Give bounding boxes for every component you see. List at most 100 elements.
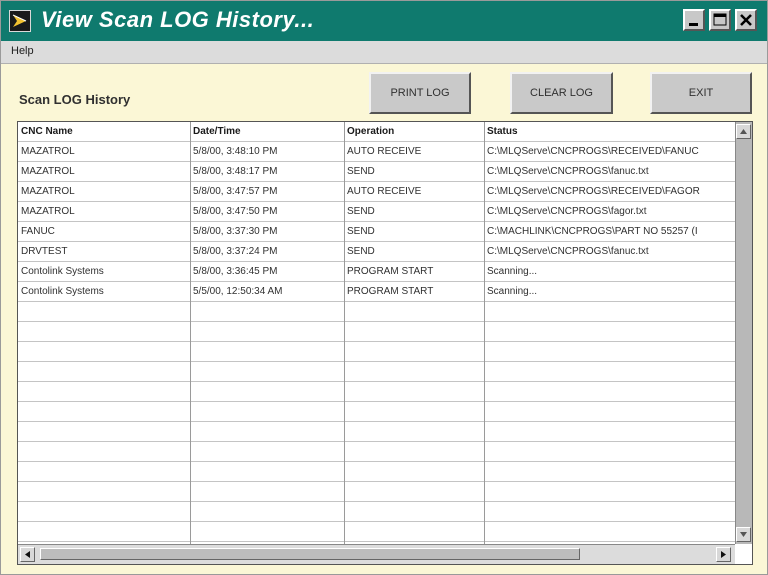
table-row[interactable] xyxy=(18,302,735,322)
table-cell xyxy=(18,502,190,521)
table-row[interactable] xyxy=(18,502,735,522)
table-row[interactable] xyxy=(18,322,735,342)
chevron-down-icon xyxy=(740,532,747,537)
table-row[interactable]: MAZATROL 5/8/00, 3:48:17 PM SEND C:\MLQServ… xyxy=(18,162,735,182)
table-cell xyxy=(18,302,190,321)
window-title: View Scan LOG History... xyxy=(41,7,315,32)
table-row[interactable]: MAZATROL 5/8/00, 3:47:50 PM SEND C:\MLQServ… xyxy=(18,202,735,222)
table-cell xyxy=(190,302,344,321)
table-cell: 5/8/00, 3:47:50 PM xyxy=(193,206,278,217)
scroll-up-button[interactable] xyxy=(736,124,751,139)
horizontal-scroll-thumb[interactable] xyxy=(40,548,580,560)
table-cell xyxy=(18,462,190,481)
table-cell: 5/8/00, 3:48:10 PM xyxy=(193,146,278,157)
table-cell xyxy=(18,482,190,501)
table-cell xyxy=(484,522,735,541)
table-cell: C:\MLQServe\CNCPROGS\fagor.txt xyxy=(487,206,647,217)
table-row[interactable]: DRVTEST 5/8/00, 3:37:24 PM SEND C:\MLQServe… xyxy=(18,242,735,262)
table-cell xyxy=(484,342,735,361)
table-row[interactable]: MAZATROL 5/8/00, 3:47:57 PM AUTO RECEIVE C:… xyxy=(18,182,735,202)
table-cell: PROGRAM START xyxy=(347,286,434,297)
table-cell xyxy=(484,402,735,421)
table-cell xyxy=(18,422,190,441)
table-cell xyxy=(484,302,735,321)
table-cell xyxy=(190,422,344,441)
table-cell: Scanning... xyxy=(487,266,538,277)
table-cell xyxy=(344,482,484,501)
table-cell xyxy=(18,362,190,381)
table-cell xyxy=(344,522,484,541)
table-cell xyxy=(190,482,344,501)
menu-bar: Help xyxy=(1,41,767,64)
table-cell: 5/8/00, 3:37:30 PM xyxy=(193,226,278,237)
table-cell: 5/8/00, 3:47:57 PM xyxy=(193,186,278,197)
table-cell: PROGRAM START xyxy=(347,266,434,277)
scroll-down-button[interactable] xyxy=(736,527,751,542)
table-row[interactable] xyxy=(18,382,735,402)
horizontal-scrollbar[interactable] xyxy=(18,544,735,564)
table-cell xyxy=(344,322,484,341)
table-cell xyxy=(344,362,484,381)
table-cell: SEND xyxy=(347,166,375,177)
table-row[interactable]: Contolink Systems 5/5/00, 12:50:34 AM PROG… xyxy=(18,282,735,302)
scroll-right-button[interactable] xyxy=(716,547,731,562)
table-cell xyxy=(484,362,735,381)
table-cell xyxy=(484,442,735,461)
table-cell: SEND xyxy=(347,206,375,217)
scan-log-window: View Scan LOG History... Help Scan LOG H… xyxy=(0,0,768,575)
minimize-button[interactable] xyxy=(683,9,705,31)
table-row[interactable]: MAZATROL 5/8/00, 3:48:10 PM AUTO RECEIVE C:… xyxy=(18,142,735,162)
table-cell xyxy=(344,462,484,481)
exit-button[interactable]: EXIT xyxy=(650,72,752,114)
table-cell xyxy=(484,422,735,441)
print-log-button[interactable]: PRINT LOG xyxy=(369,72,471,114)
app-icon[interactable] xyxy=(9,10,31,32)
header-status[interactable]: Status xyxy=(484,122,735,141)
table-cell: C:\MLQServe\CNCPROGS\RECEIVED\FANUC xyxy=(487,146,699,157)
table-row[interactable] xyxy=(18,442,735,462)
table-cell xyxy=(344,302,484,321)
table-row[interactable] xyxy=(18,422,735,442)
scroll-left-button[interactable] xyxy=(20,547,35,562)
table-cell: C:\MLQServe\CNCPROGS\RECEIVED\FAGOR xyxy=(487,186,700,197)
title-bar[interactable]: View Scan LOG History... xyxy=(1,1,767,41)
chevron-left-icon xyxy=(25,551,30,558)
table-row[interactable] xyxy=(18,462,735,482)
minimize-icon xyxy=(689,23,698,26)
vertical-scrollbar[interactable] xyxy=(735,122,752,544)
header-cnc-name[interactable]: CNC Name xyxy=(18,122,190,141)
close-button[interactable] xyxy=(735,9,757,31)
table-cell: 5/5/00, 12:50:34 AM xyxy=(193,286,283,297)
table-row[interactable]: FANUC 5/8/00, 3:37:30 PM SEND C:\MACHLINK\C… xyxy=(18,222,735,242)
table-cell: MAZATROL xyxy=(21,166,75,177)
log-table[interactable]: CNC Name Date/Time Operation Status MAZA… xyxy=(17,121,753,565)
header-date-time[interactable]: Date/Time xyxy=(190,122,344,141)
table-cell xyxy=(18,322,190,341)
table-row[interactable] xyxy=(18,402,735,422)
table-cell: SEND xyxy=(347,226,375,237)
header-operation[interactable]: Operation xyxy=(344,122,484,141)
table-cell xyxy=(18,522,190,541)
table-cell xyxy=(344,382,484,401)
maximize-button[interactable] xyxy=(709,9,731,31)
column-divider xyxy=(344,122,345,544)
table-cell xyxy=(484,382,735,401)
table-cell xyxy=(484,462,735,481)
table-row[interactable] xyxy=(18,342,735,362)
section-label: Scan LOG History xyxy=(19,92,131,107)
menu-help[interactable]: Help xyxy=(11,45,34,57)
close-icon xyxy=(740,14,752,26)
table-cell: Contolink Systems xyxy=(21,266,104,277)
maximize-icon xyxy=(713,13,727,26)
table-cell: 5/8/00, 3:36:45 PM xyxy=(193,266,278,277)
table-cell: AUTO RECEIVE xyxy=(347,146,422,157)
table-cell xyxy=(344,422,484,441)
chevron-up-icon xyxy=(740,129,747,134)
table-cell xyxy=(18,342,190,361)
table-row[interactable] xyxy=(18,522,735,542)
table-row[interactable]: Contolink Systems 5/8/00, 3:36:45 PM PROGR… xyxy=(18,262,735,282)
column-divider xyxy=(484,122,485,544)
clear-log-button[interactable]: CLEAR LOG xyxy=(510,72,613,114)
table-row[interactable] xyxy=(18,362,735,382)
table-row[interactable] xyxy=(18,482,735,502)
